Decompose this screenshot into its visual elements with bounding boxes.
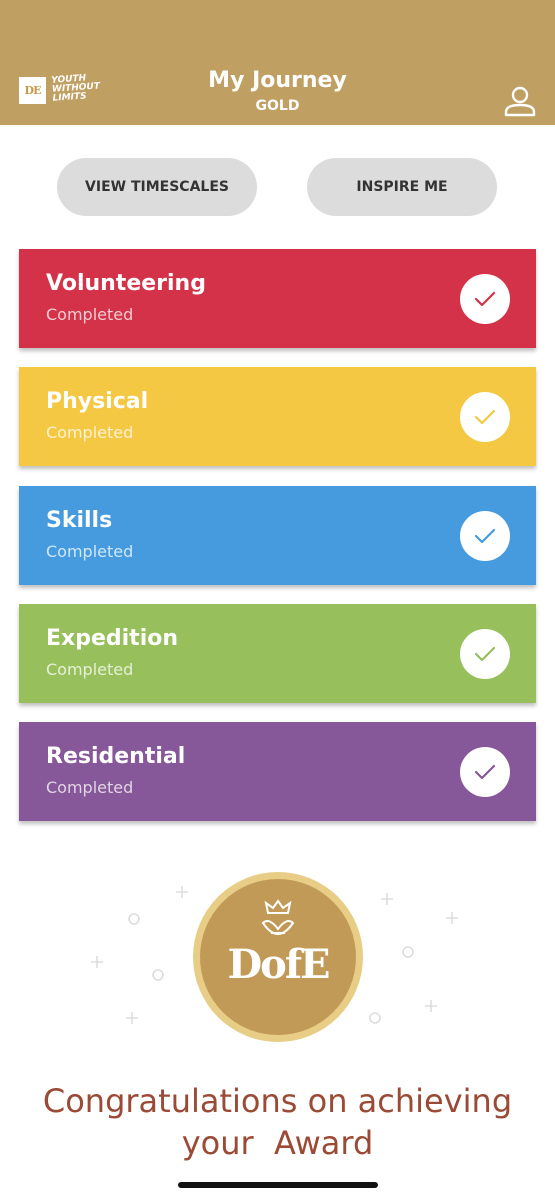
inspire-me-button[interactable]: INSPIRE ME	[307, 158, 497, 216]
section-name: Physical	[46, 389, 149, 414]
check-icon	[460, 747, 510, 797]
view-timescales-button[interactable]: VIEW TIMESCALES	[57, 158, 257, 216]
check-icon	[460, 511, 510, 561]
check-icon	[460, 274, 510, 324]
award-level: GOLD	[255, 98, 300, 114]
section-status: Completed	[46, 778, 134, 797]
section-status: Completed	[46, 423, 134, 442]
congratulations-message: Congratulations on achieving your Award	[0, 1080, 555, 1164]
section-status: Completed	[46, 305, 134, 324]
message-line: your Award	[181, 1124, 374, 1162]
page-title: My Journey	[208, 68, 347, 93]
section-status: Completed	[46, 660, 134, 679]
section-status: Completed	[46, 542, 134, 561]
message-line: Congratulations on achieving	[42, 1082, 513, 1120]
badge-inner: DofE	[200, 879, 356, 1035]
section-name: Residential	[46, 744, 186, 769]
section-card-expedition[interactable]: Expedition Completed	[19, 604, 536, 703]
dofe-award-badge: DofE	[193, 872, 363, 1042]
section-name: Volunteering	[46, 271, 206, 296]
app-header: DE YOUTH WITHOUT LIMITS My Journey GOLD	[0, 0, 555, 125]
section-card-residential[interactable]: Residential Completed	[19, 722, 536, 821]
crown-icon	[261, 899, 295, 935]
home-indicator[interactable]	[178, 1182, 378, 1188]
section-name: Expedition	[46, 626, 179, 651]
section-card-skills[interactable]: Skills Completed	[19, 486, 536, 585]
person-icon[interactable]	[503, 85, 537, 117]
check-icon	[460, 629, 510, 679]
section-card-volunteering[interactable]: Volunteering Completed	[19, 249, 536, 348]
check-icon	[460, 392, 510, 442]
section-name: Skills	[46, 508, 113, 533]
badge-text: DofE	[227, 941, 330, 988]
section-card-physical[interactable]: Physical Completed	[19, 367, 536, 466]
